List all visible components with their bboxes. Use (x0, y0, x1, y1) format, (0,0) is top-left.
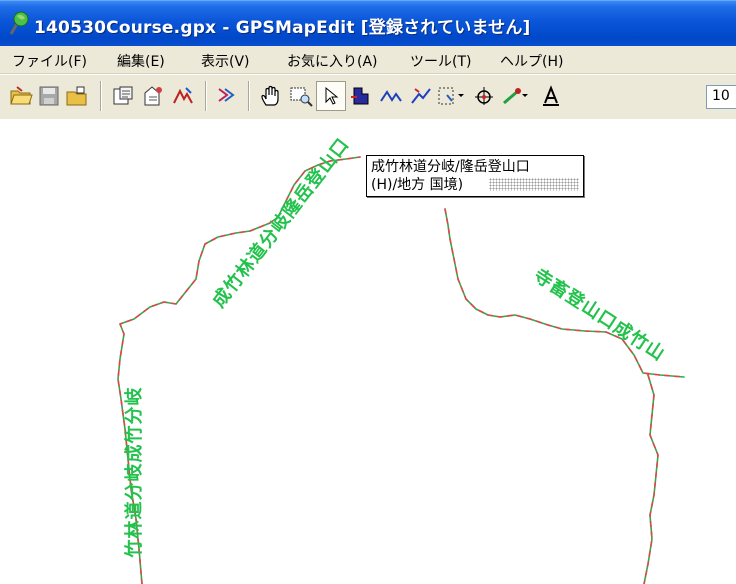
app-window: 140530Course.gpx - GPSMapEdit [登録されていません… (0, 0, 736, 584)
window-title: 140530Course.gpx - GPSMapEdit [登録されていません… (34, 18, 531, 38)
toolbar-separator (205, 81, 207, 111)
save-icon[interactable] (34, 81, 64, 111)
menu-tools[interactable]: ツール(T) (410, 51, 471, 71)
measure-icon[interactable] (500, 81, 530, 111)
label-icon[interactable] (536, 81, 566, 111)
toolbar-separator (248, 81, 250, 111)
menu-edit[interactable]: 編集(E) (117, 51, 165, 71)
tooltip-line-1: 成竹林道分岐/隆岳登山口 (371, 159, 530, 175)
polyline-icon[interactable] (376, 81, 406, 111)
menu-help[interactable]: ヘルプ(H) (500, 51, 563, 71)
title-bar[interactable]: 140530Course.gpx - GPSMapEdit [登録されていません… (0, 0, 736, 47)
zoom-rect-icon[interactable] (286, 81, 316, 111)
track-icon[interactable] (212, 81, 242, 111)
toolbar-separator (100, 81, 102, 111)
track-label-left: 竹林道分岐成竹分岐 (124, 386, 145, 558)
open-file-icon[interactable] (62, 81, 92, 111)
polyline-edit-icon[interactable] (406, 81, 436, 111)
transform-icon[interactable] (168, 81, 198, 111)
toolbar: 10 (0, 74, 736, 120)
map-properties-icon[interactable] (138, 81, 168, 111)
track-line-left[interactable] (117, 156, 361, 584)
map-object-tooltip: 成竹林道分岐/隆岳登山口 (H)/地方 国境) (366, 155, 584, 197)
menu-bar: ファイル(F) 編集(E) 表示(V) お気に入り(A) ツール(T) ヘルプ(… (0, 46, 736, 74)
polygon-fill-icon[interactable] (346, 81, 376, 111)
menu-file[interactable]: ファイル(F) (12, 51, 87, 71)
rect-select-icon[interactable] (436, 81, 466, 111)
app-globe-icon (9, 11, 29, 35)
tooltip-line-2: (H)/地方 国境) (371, 177, 464, 193)
point-add-icon[interactable] (470, 81, 500, 111)
tooltip-dotted-fill (489, 178, 579, 191)
hand-pan-icon[interactable] (256, 81, 286, 111)
select-arrow-icon[interactable] (316, 81, 346, 111)
properties-icon[interactable] (108, 81, 138, 111)
menu-favorites[interactable]: お気に入り(A) (287, 51, 378, 71)
track-line-right[interactable] (444, 208, 685, 584)
zoom-level-input[interactable]: 10 (706, 85, 736, 109)
open-folder-icon[interactable] (6, 81, 36, 111)
menu-view[interactable]: 表示(V) (201, 51, 250, 71)
